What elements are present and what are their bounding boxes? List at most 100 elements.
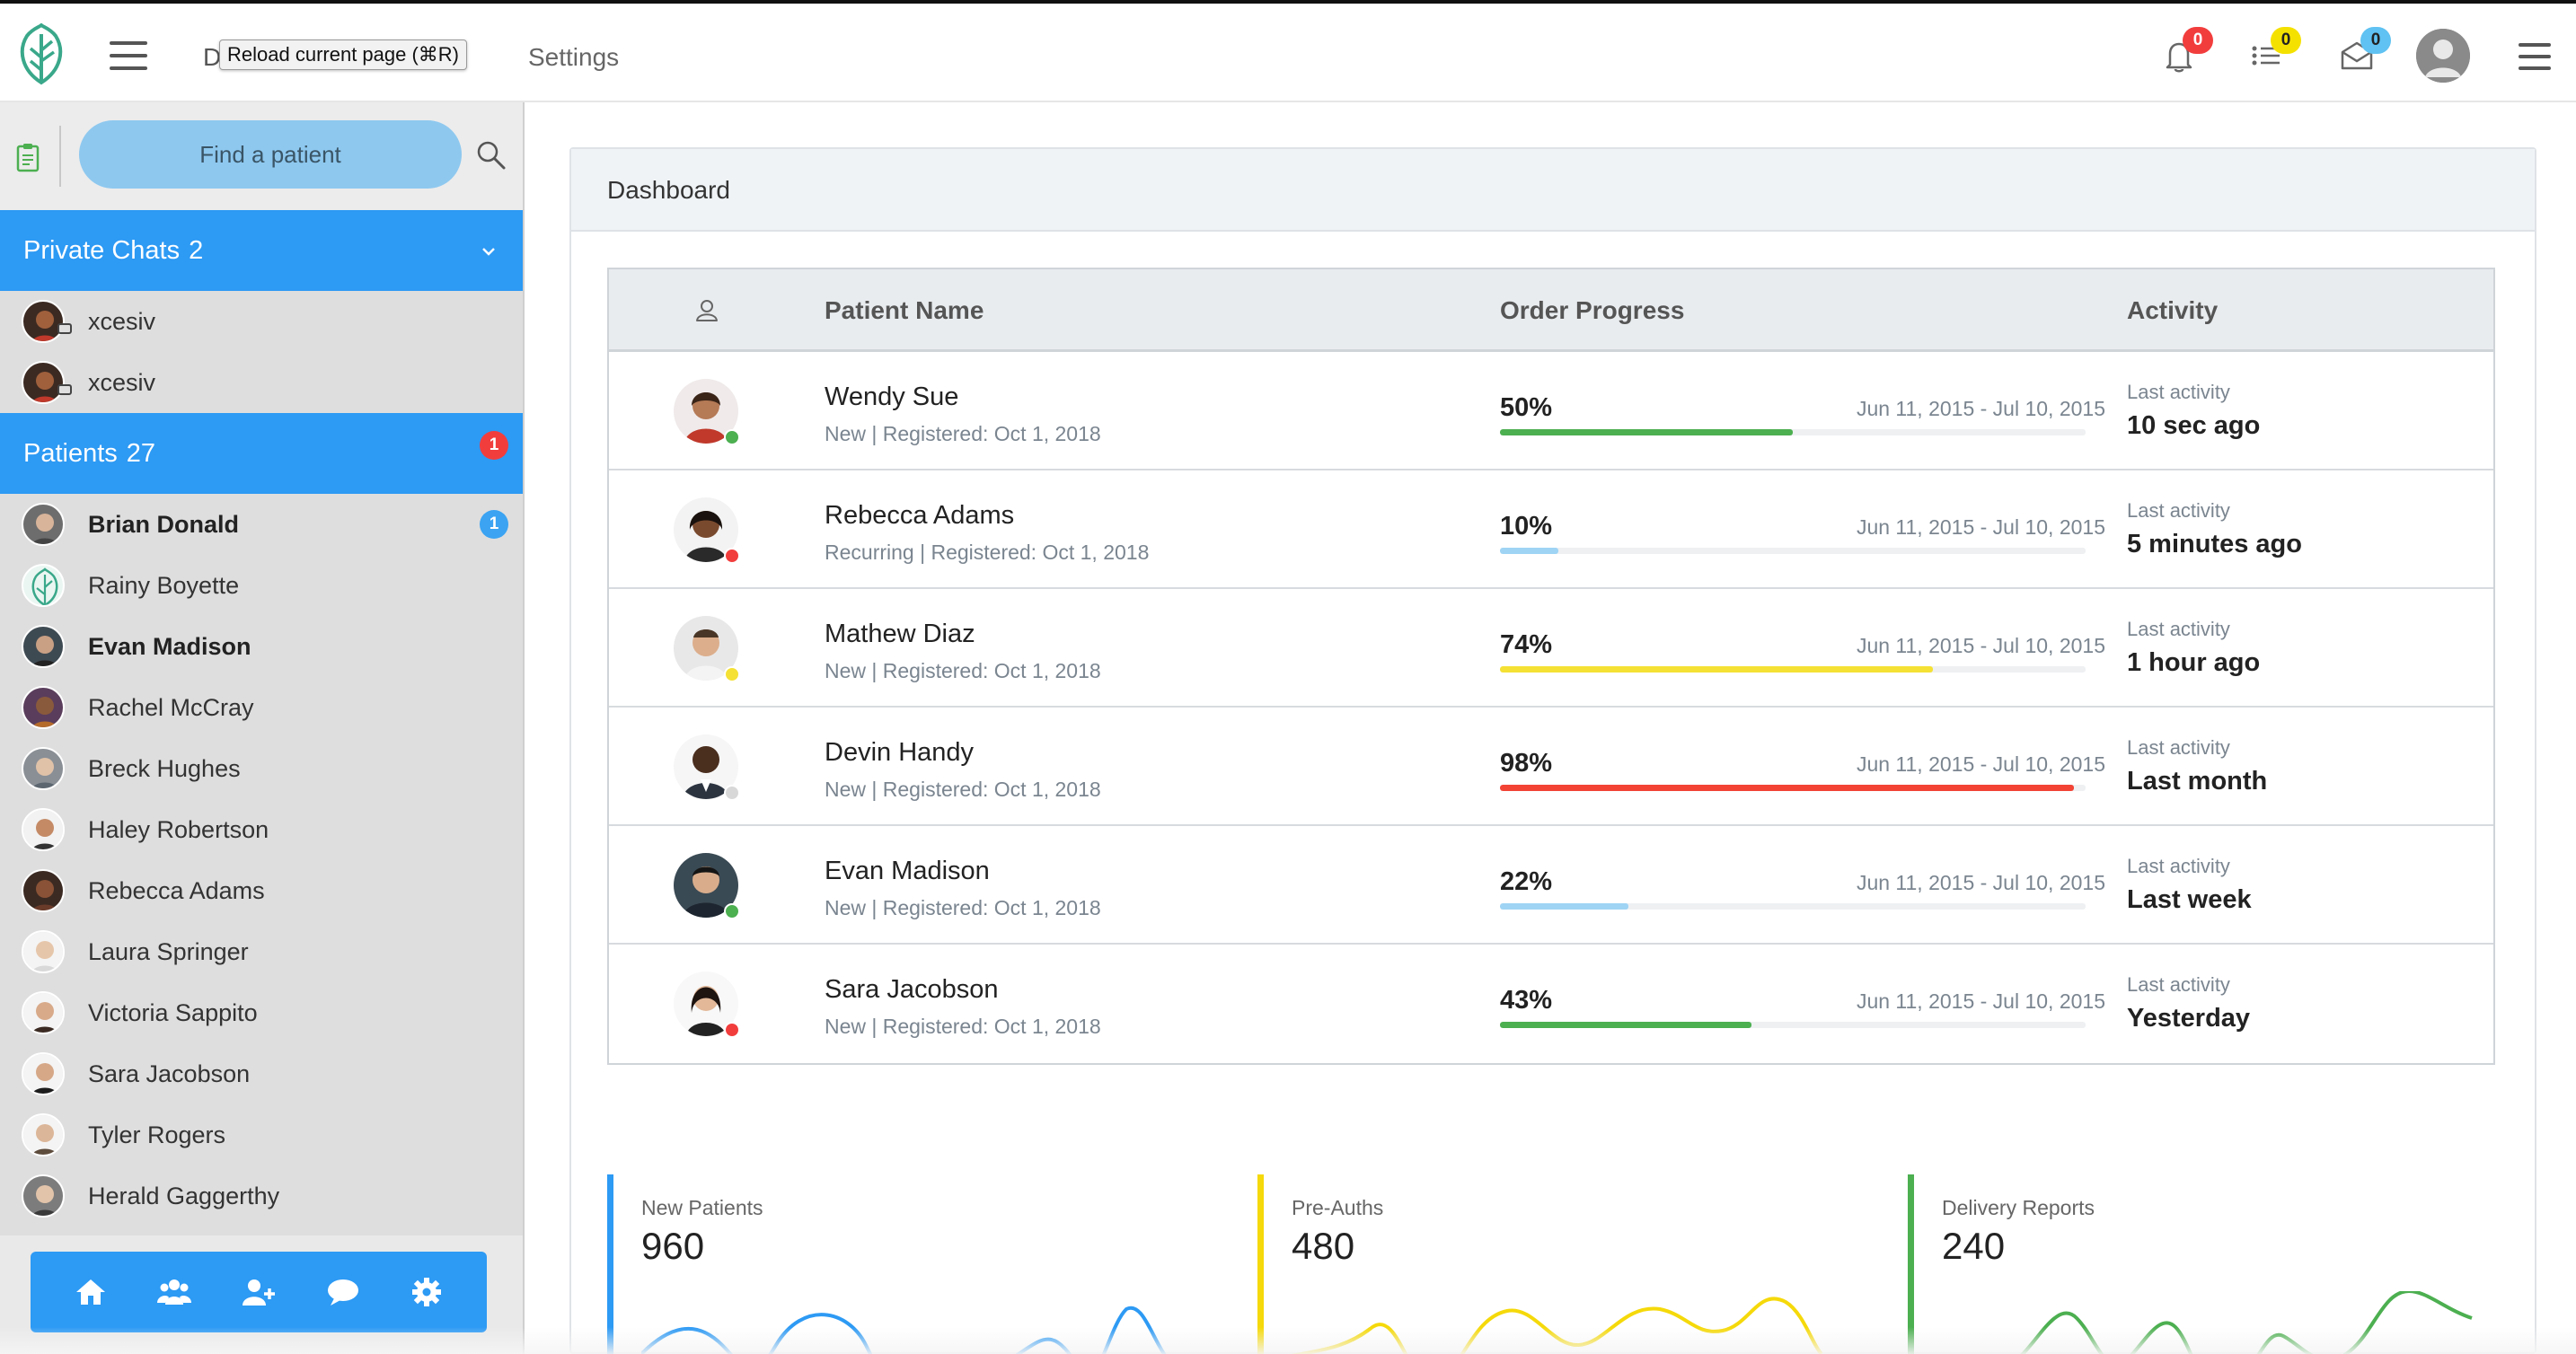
tasks-badge: 0 xyxy=(2271,27,2301,54)
status-dot xyxy=(724,785,740,801)
patient-name[interactable]: Rebecca Adams xyxy=(825,501,1014,531)
column-header-patient-name[interactable]: Patient Name xyxy=(825,296,984,325)
find-patient-button[interactable]: Find a patient xyxy=(79,120,462,189)
sidebar-patient-item[interactable]: Herald Gaggerthy xyxy=(0,1165,523,1227)
patients-badge: 1 xyxy=(480,431,508,460)
sidebar-patient-item[interactable]: Sara Jacobson xyxy=(0,1043,523,1104)
unread-badge: 1 xyxy=(480,510,508,539)
tasks-button[interactable]: 0 xyxy=(2247,27,2301,74)
sidebar-patient-item[interactable]: Brian Donald 1 xyxy=(0,494,523,555)
date-range: Jun 11, 2015 - Jul 10, 2015 xyxy=(1856,515,2105,539)
chat-bubble-icon xyxy=(57,384,72,395)
activity-value: Last month xyxy=(2127,767,2268,796)
table-row[interactable]: Rebecca Adams Recurring | Registered: Oc… xyxy=(609,470,2493,589)
stat-label: Delivery Reports xyxy=(1942,1196,2095,1219)
chat-bubble-icon xyxy=(57,323,72,334)
patients-header[interactable]: Patients 27 1 xyxy=(0,413,523,494)
patient-name[interactable]: Devin Handy xyxy=(825,738,974,768)
sidebar-patient-item[interactable]: Rachel McCray xyxy=(0,677,523,738)
patient-name[interactable]: Sara Jacobson xyxy=(825,975,998,1005)
table-row[interactable]: Wendy Sue New | Registered: Oct 1, 2018 … xyxy=(609,352,2493,470)
stat-label: New Patients xyxy=(641,1196,763,1219)
sidebar-patient-item[interactable]: Laura Springer xyxy=(0,921,523,982)
private-chats-count: 2 xyxy=(189,235,204,265)
leaf-logo-icon[interactable] xyxy=(14,23,68,86)
patient-name: Haley Robertson xyxy=(88,815,269,843)
patient-name: Rainy Boyette xyxy=(88,571,240,599)
chevron-down-icon[interactable] xyxy=(481,244,496,259)
sidebar-patient-item[interactable]: Breck Hughes xyxy=(0,738,523,799)
activity-value: 5 minutes ago xyxy=(2127,530,2302,558)
progress-fill xyxy=(1500,1022,1752,1028)
notifications-button[interactable]: 0 xyxy=(2159,27,2213,74)
sidebar-patient-item[interactable]: Haley Robertson xyxy=(0,799,523,860)
patients-count: 27 xyxy=(126,438,156,468)
chat-icon[interactable] xyxy=(325,1276,361,1308)
search-icon[interactable] xyxy=(476,140,507,171)
activity-value: Yesterday xyxy=(2127,1004,2251,1033)
sidebar-patient-item[interactable]: Rainy Boyette xyxy=(0,555,523,616)
progress-fill xyxy=(1500,548,1559,554)
patient-name: Breck Hughes xyxy=(88,754,241,782)
avatar xyxy=(22,686,65,729)
group-icon[interactable] xyxy=(156,1276,192,1308)
avatar xyxy=(22,930,65,973)
table-row[interactable]: Devin Handy New | Registered: Oct 1, 201… xyxy=(609,708,2493,826)
sidebar-patient-item[interactable]: Rebecca Adams xyxy=(0,860,523,921)
nav-menu-button[interactable] xyxy=(110,41,147,70)
user-avatar[interactable] xyxy=(2416,29,2470,83)
private-chats-header[interactable]: Private Chats 2 xyxy=(0,210,523,291)
messages-button[interactable]: 0 xyxy=(2337,27,2391,74)
stat-value: 960 xyxy=(641,1225,705,1267)
avatar xyxy=(22,869,65,912)
sidebar-patient-item[interactable]: Victoria Sappito xyxy=(0,982,523,1043)
app-menu-button[interactable] xyxy=(2519,43,2551,70)
sidebar-patient-item[interactable]: Evan Madison xyxy=(0,616,523,677)
stat-value: 480 xyxy=(1292,1225,1355,1267)
nav-settings[interactable]: Settings xyxy=(528,43,619,72)
clipboard-icon[interactable] xyxy=(16,142,40,172)
progress-fill xyxy=(1500,903,1629,910)
table-row[interactable]: Sara Jacobson New | Registered: Oct 1, 2… xyxy=(609,945,2493,1063)
progress-track xyxy=(1500,429,2086,435)
patient-name[interactable]: Evan Madison xyxy=(825,857,990,886)
avatar xyxy=(22,1052,65,1095)
status-dot xyxy=(724,548,740,564)
sidebar: Find a patient Private Chats 2 xcesiv xc… xyxy=(0,102,525,1354)
patient-name[interactable]: Wendy Sue xyxy=(825,382,958,412)
chat-item[interactable]: xcesiv xyxy=(0,352,523,413)
sidebar-patient-item[interactable]: Tyler Rogers xyxy=(0,1104,523,1165)
home-icon[interactable] xyxy=(73,1276,109,1308)
notifications-badge: 0 xyxy=(2183,27,2213,54)
status-dot xyxy=(724,429,740,445)
column-header-activity[interactable]: Activity xyxy=(2127,296,2218,325)
avatar xyxy=(22,361,65,404)
patients-table: Patient Name Order Progress Activity Wen… xyxy=(607,268,2495,1065)
add-user-icon[interactable] xyxy=(241,1276,277,1308)
activity-label: Last activity xyxy=(2127,855,2230,877)
settings-icon[interactable] xyxy=(409,1276,445,1308)
progress-fill xyxy=(1500,429,1793,435)
table-row[interactable]: Evan Madison New | Registered: Oct 1, 20… xyxy=(609,826,2493,945)
stat-new-patients[interactable]: New Patients 960 xyxy=(607,1174,1236,1354)
patient-name: Brian Donald xyxy=(88,510,240,538)
patient-name: Evan Madison xyxy=(88,632,251,660)
patient-name[interactable]: Mathew Diaz xyxy=(825,620,975,649)
top-bar: D Reload current page (⌘R) Settings 0 0 … xyxy=(0,0,2576,102)
chat-item[interactable]: xcesiv xyxy=(0,291,523,352)
patient-name: Herald Gaggerthy xyxy=(88,1182,280,1209)
stat-delivery-reports[interactable]: Delivery Reports 240 xyxy=(1908,1174,2536,1354)
progress-fill xyxy=(1500,785,2074,791)
patient-registration: New | Registered: Oct 1, 2018 xyxy=(825,422,1101,445)
stat-pre-auths[interactable]: Pre-Auths 480 xyxy=(1257,1174,1886,1354)
avatar xyxy=(22,300,65,343)
progress-percent: 50% xyxy=(1500,393,1553,422)
leaf-logo-icon xyxy=(31,567,58,605)
date-range: Jun 11, 2015 - Jul 10, 2015 xyxy=(1856,397,2105,420)
dashboard-card: Dashboard Patient Name Order Progress Ac… xyxy=(569,147,2536,1354)
activity-label: Last activity xyxy=(2127,973,2230,996)
progress-track xyxy=(1500,903,2086,910)
sparkline xyxy=(641,1306,1167,1354)
column-header-order-progress[interactable]: Order Progress xyxy=(1500,296,1684,325)
table-row[interactable]: Mathew Diaz New | Registered: Oct 1, 201… xyxy=(609,589,2493,708)
